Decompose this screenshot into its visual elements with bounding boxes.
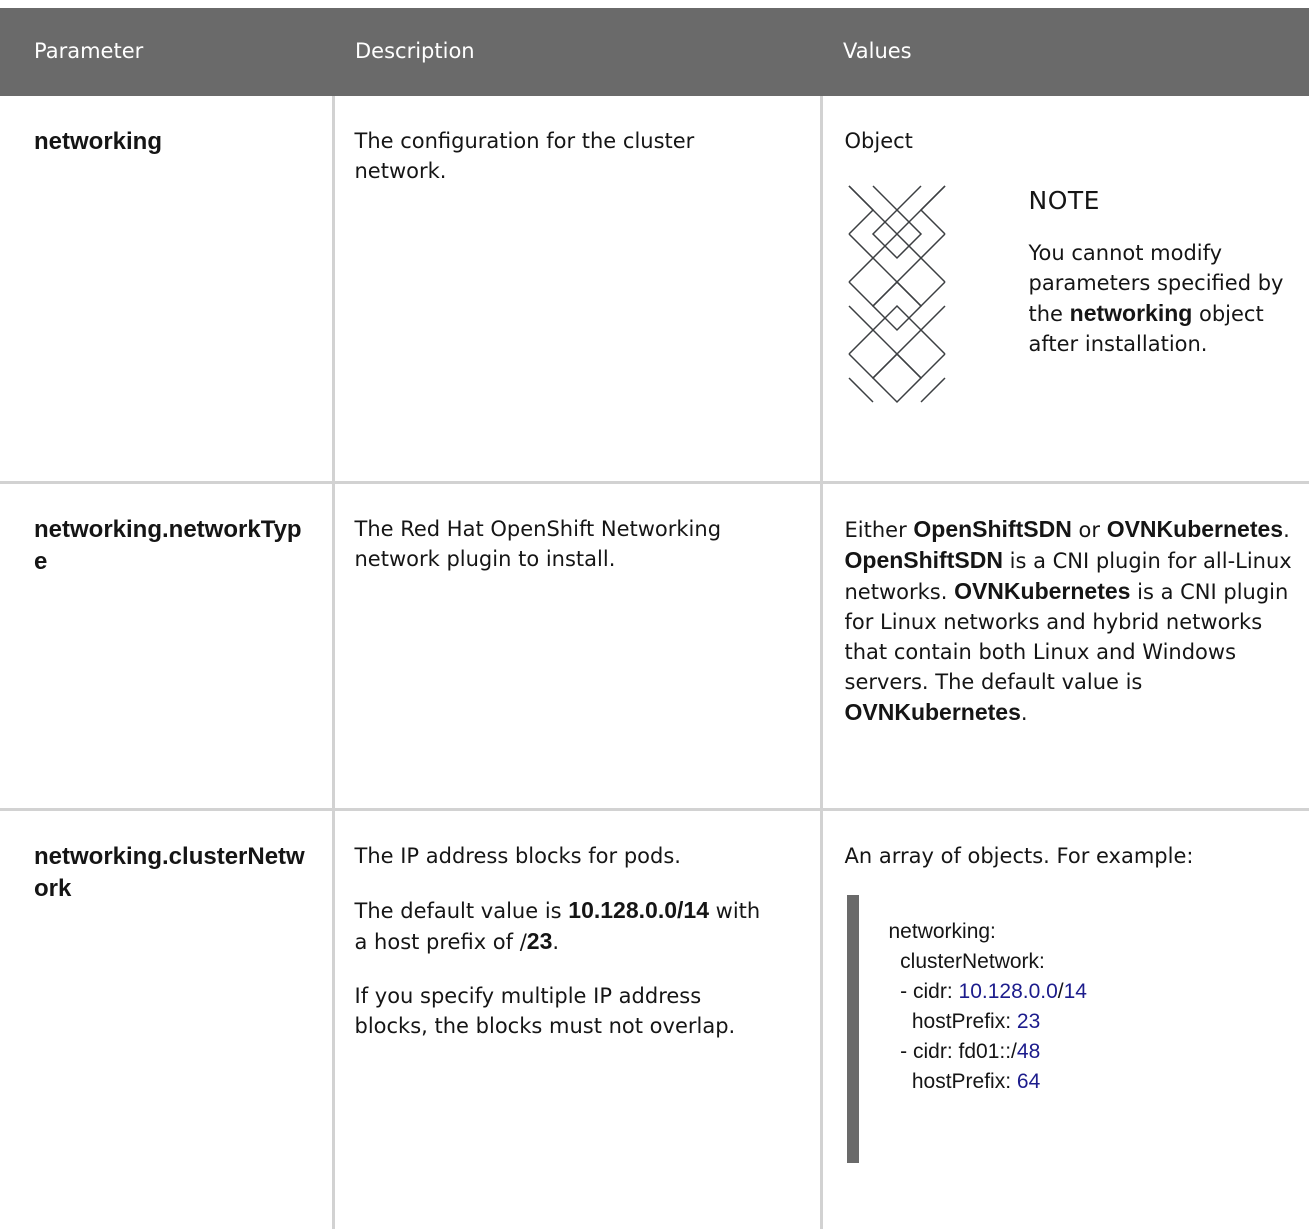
values-cell: Either OpenShiftSDN or OVNKubernetes. Op… xyxy=(821,483,1309,810)
value-text-part: . xyxy=(1021,701,1028,725)
value-text: An array of objects. For example: xyxy=(845,841,1294,871)
description-text: The default value is 10.128.0.0/14 with … xyxy=(355,895,780,957)
description-text-part: . xyxy=(552,930,559,954)
code-key: - cidr: fd01::/ xyxy=(889,1040,1017,1063)
description-text-part: The default value is xyxy=(355,899,569,923)
values-cell: An array of objects. For example: networ… xyxy=(821,810,1309,1229)
parameter-name: networking.networkType xyxy=(34,514,312,578)
description-text: If you specify multiple IP address block… xyxy=(355,981,780,1041)
value-keyword: OpenShiftSDN xyxy=(913,516,1071,542)
code-number: 48 xyxy=(1017,1040,1040,1063)
code-block: networking: clusterNetwork: - cidr: 10.1… xyxy=(847,895,1287,1163)
description-cell: The configuration for the cluster networ… xyxy=(333,96,821,483)
parameter-cell: networking.networkType xyxy=(0,483,333,810)
description-keyword: 10.128.0.0/14 xyxy=(568,897,709,923)
parameters-table: Parameter Description Values networking … xyxy=(0,8,1309,1229)
description-text: The IP address blocks for pods. xyxy=(355,841,780,871)
header-values: Values xyxy=(821,8,1309,96)
code-number: 10.128.0.0 xyxy=(959,980,1058,1003)
header-description: Description xyxy=(333,8,821,96)
code-key: hostPrefix: xyxy=(889,1070,1017,1093)
table-row: networking The configuration for the clu… xyxy=(0,96,1309,483)
note-text-bold: networking xyxy=(1070,300,1193,326)
table-row: networking.networkType The Red Hat OpenS… xyxy=(0,483,1309,810)
parameter-name: networking.clusterNetwork xyxy=(34,841,312,905)
code-number: 23 xyxy=(1017,1010,1040,1033)
value-keyword: OVNKubernetes xyxy=(845,699,1021,725)
values-cell: Object xyxy=(821,96,1309,483)
value-text: Object xyxy=(845,126,1294,156)
code-content: networking: clusterNetwork: - cidr: 10.1… xyxy=(889,917,1087,1097)
note-body: NOTE You cannot modify parameters specif… xyxy=(1029,182,1289,359)
table-row: networking.clusterNetwork The IP address… xyxy=(0,810,1309,1229)
note-admonition: NOTE You cannot modify parameters specif… xyxy=(845,182,1294,422)
code-key: - cidr: xyxy=(889,980,959,1003)
value-keyword: OpenShiftSDN xyxy=(845,547,1003,573)
parameter-cell: networking xyxy=(0,96,333,483)
code-number: 14 xyxy=(1064,980,1087,1003)
note-text: You cannot modify parameters specified b… xyxy=(1029,238,1289,359)
note-title: NOTE xyxy=(1029,186,1289,216)
code-line: clusterNetwork: xyxy=(889,950,1045,973)
code-line: networking: xyxy=(889,920,996,943)
code-number: 64 xyxy=(1017,1070,1040,1093)
value-text-part: . xyxy=(1283,518,1290,542)
table-header-row: Parameter Description Values xyxy=(0,8,1309,96)
header-parameter: Parameter xyxy=(0,8,333,96)
value-text: Either OpenShiftSDN or OVNKubernetes. Op… xyxy=(845,514,1294,728)
value-keyword: OVNKubernetes xyxy=(954,578,1130,604)
description-keyword: 23 xyxy=(527,928,553,954)
parameter-cell: networking.clusterNetwork xyxy=(0,810,333,1229)
code-key: hostPrefix: xyxy=(889,1010,1017,1033)
code-block-bar xyxy=(847,895,859,1163)
description-cell: The Red Hat OpenShift Networking network… xyxy=(333,483,821,810)
description-text: The configuration for the cluster networ… xyxy=(355,126,780,186)
description-cell: The IP address blocks for pods. The defa… xyxy=(333,810,821,1229)
note-icon xyxy=(845,182,949,408)
value-text-part: Either xyxy=(845,518,914,542)
value-text-part: or xyxy=(1072,518,1107,542)
parameter-name: networking xyxy=(34,126,312,158)
description-text: The Red Hat OpenShift Networking network… xyxy=(355,514,780,574)
top-spacer xyxy=(0,0,1309,8)
value-keyword: OVNKubernetes xyxy=(1107,516,1283,542)
